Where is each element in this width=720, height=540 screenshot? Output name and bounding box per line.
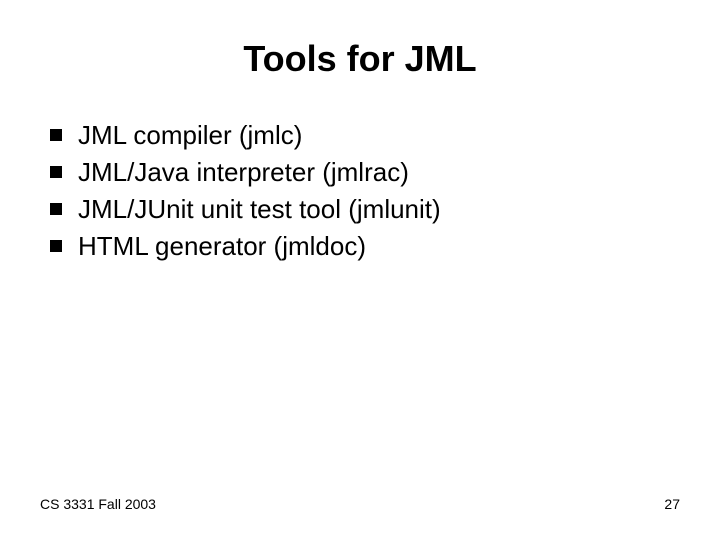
list-item: HTML generator (jmldoc): [50, 229, 680, 264]
bullet-text: JML/JUnit unit test tool (jmlunit): [78, 192, 680, 227]
bullet-icon: [50, 240, 62, 252]
footer-page-number: 27: [664, 496, 680, 512]
slide-footer: CS 3331 Fall 2003 27: [40, 496, 680, 512]
bullet-text: HTML generator (jmldoc): [78, 229, 680, 264]
list-item: JML compiler (jmlc): [50, 118, 680, 153]
bullet-text: JML/Java interpreter (jmlrac): [78, 155, 680, 190]
slide-title: Tools for JML: [40, 38, 680, 80]
bullet-icon: [50, 129, 62, 141]
list-item: JML/JUnit unit test tool (jmlunit): [50, 192, 680, 227]
bullet-text: JML compiler (jmlc): [78, 118, 680, 153]
list-item: JML/Java interpreter (jmlrac): [50, 155, 680, 190]
footer-left-text: CS 3331 Fall 2003: [40, 496, 156, 512]
bullet-icon: [50, 203, 62, 215]
bullet-icon: [50, 166, 62, 178]
bullet-list: JML compiler (jmlc) JML/Java interpreter…: [40, 118, 680, 264]
slide-container: Tools for JML JML compiler (jmlc) JML/Ja…: [0, 0, 720, 540]
